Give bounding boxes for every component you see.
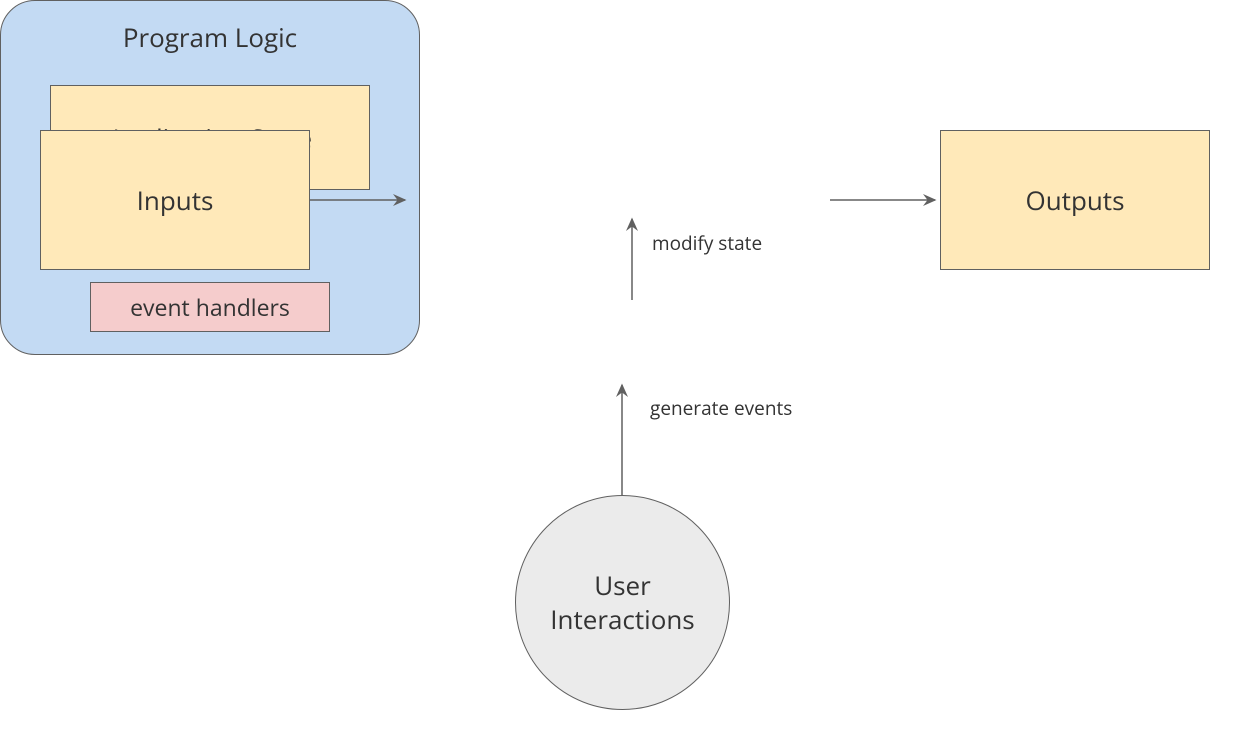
user-interactions-circle: User Interactions xyxy=(515,495,730,710)
inputs-label: Inputs xyxy=(137,182,214,218)
event-handlers-box: event handlers xyxy=(90,282,330,332)
user-interactions-line1: User xyxy=(594,569,651,603)
inputs-box: Inputs xyxy=(40,130,310,270)
outputs-label: Outputs xyxy=(1026,182,1125,218)
user-interactions-line2: Interactions xyxy=(550,603,694,637)
modify-state-label: modify state xyxy=(652,230,762,256)
outputs-box: Outputs xyxy=(940,130,1210,270)
generate-events-label: generate events xyxy=(650,395,792,421)
event-handlers-label: event handlers xyxy=(130,291,290,323)
program-logic-title: Program Logic xyxy=(123,19,297,55)
diagram-canvas: Inputs Program Logic Application State e… xyxy=(0,0,1250,752)
